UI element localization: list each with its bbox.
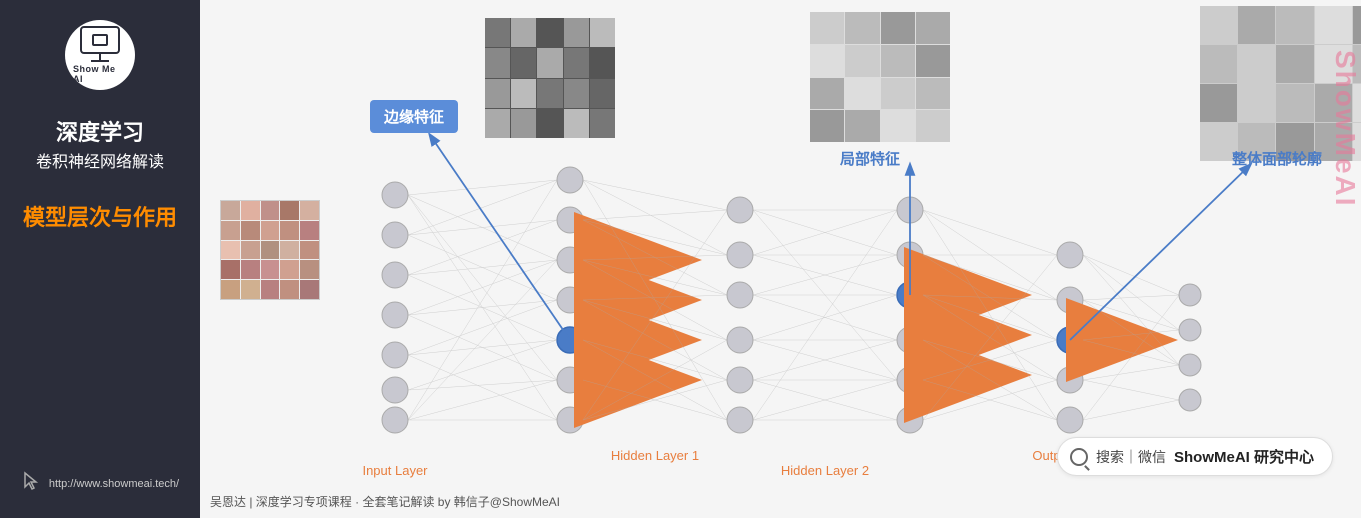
sidebar-footer: http://www.showmeai.tech/ [0, 471, 200, 496]
sidebar-highlight: 模型层次与作用 [23, 203, 177, 234]
footer-caption: 吴恩达 | 深度学习专项课程 · 全套笔记解读 by 韩信子@ShowMeAI [210, 493, 560, 510]
input-photo-grid [220, 200, 320, 300]
face-feature-label: 整体面部轮廓 [1232, 148, 1322, 169]
sidebar: Show Me AI 深度学习 卷积神经网络解读 模型层次与作用 http://… [0, 0, 200, 518]
svg-text:Input Layer: Input Layer [362, 463, 428, 478]
logo-base [91, 60, 109, 62]
local-feature-label: 局部特征 [840, 148, 900, 169]
local-feature-thumbnail [810, 12, 950, 142]
footer-url: http://www.showmeai.tech/ [49, 478, 179, 490]
edge-feature-label: 边缘特征 [370, 100, 458, 133]
search-icon [1070, 448, 1088, 466]
search-bar[interactable]: 搜索｜微信 ShowMeAI 研究中心 [1057, 437, 1333, 476]
main-content: Input Layer Hidden Layer 1 Hidden Layer … [200, 0, 1361, 518]
svg-text:Hidden Layer 2: Hidden Layer 2 [781, 463, 869, 478]
logo-circle: Show Me AI [65, 20, 135, 90]
logo-area: Show Me AI [65, 20, 135, 94]
svg-text:Hidden Layer 1: Hidden Layer 1 [611, 448, 699, 463]
watermark: ShowMeAI [1329, 50, 1361, 208]
logo-inner: Show Me AI [73, 35, 127, 75]
sidebar-title-main: 深度学习 [56, 118, 144, 149]
search-text: 搜索｜微信 [1096, 447, 1166, 467]
cursor-icon [21, 471, 41, 496]
logo-text: Show Me AI [73, 64, 127, 84]
search-brand: ShowMeAI 研究中心 [1174, 446, 1314, 467]
edge-feature-thumbnail [485, 18, 615, 138]
sidebar-title-sub: 卷积神经网络解读 [36, 151, 164, 175]
logo-tv-icon [80, 26, 120, 54]
